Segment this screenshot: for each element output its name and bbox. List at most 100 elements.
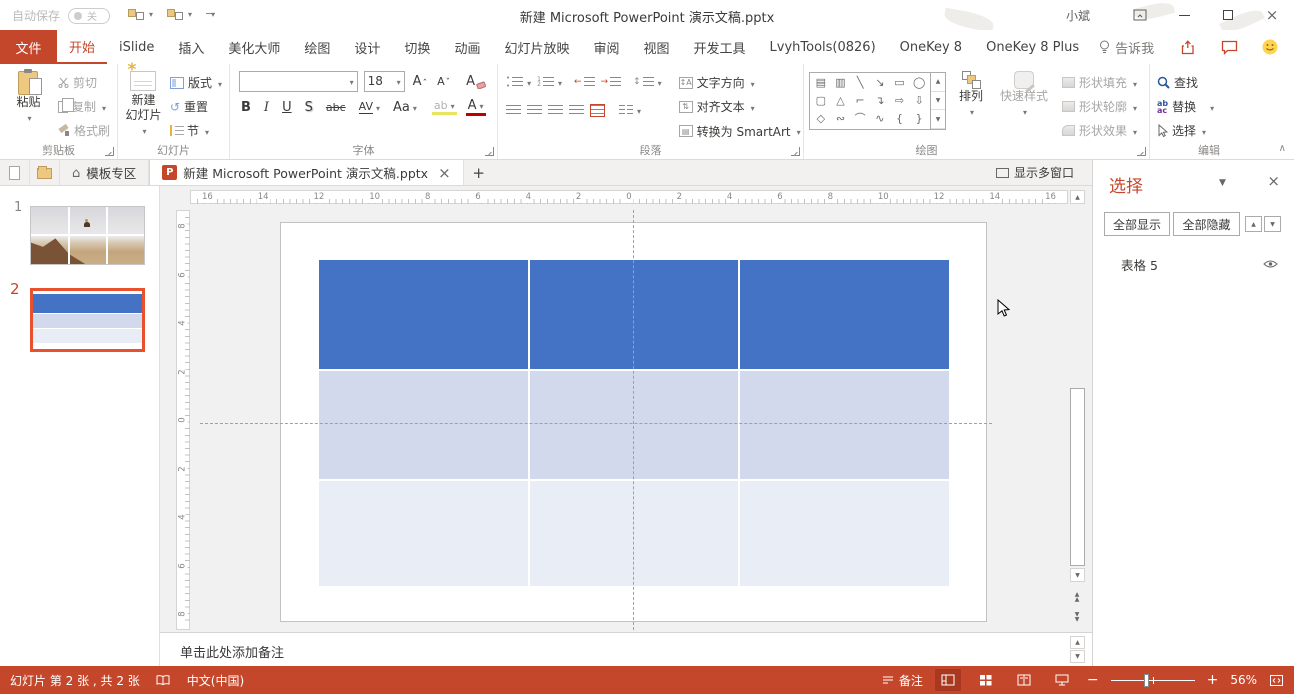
font-size-combo[interactable]: 18 xyxy=(364,71,405,92)
shape-icon[interactable]: ⇩ xyxy=(915,95,924,107)
visibility-eye-icon[interactable] xyxy=(1263,259,1278,269)
decrease-indent-button[interactable]: ← xyxy=(571,71,598,93)
align-center-button[interactable] xyxy=(524,99,545,121)
move-down-button[interactable]: ▼ xyxy=(1264,216,1281,232)
shrink-font-button[interactable]: A xyxy=(435,75,452,88)
comment-icon[interactable] xyxy=(1221,40,1238,55)
notes-placeholder[interactable]: 单击此处添加备注 xyxy=(180,642,284,661)
find-button[interactable]: 查找 xyxy=(1155,72,1216,93)
arrange-button[interactable]: 排列 xyxy=(950,68,992,142)
line-spacing-button[interactable]: ↕ xyxy=(630,71,665,93)
close-pane-button[interactable] xyxy=(1267,172,1280,190)
ribbon-tab[interactable]: 插入 xyxy=(166,30,216,64)
zoom-in-button[interactable]: + xyxy=(1207,674,1219,686)
slideshow-view-button[interactable] xyxy=(1049,669,1075,691)
share-icon[interactable] xyxy=(1181,40,1197,55)
notes-scroll-down[interactable]: ▼ xyxy=(1070,650,1085,663)
reset-button[interactable]: ↺重置 xyxy=(168,96,224,117)
selection-pane-item[interactable]: 表格 5 xyxy=(1093,252,1294,276)
table-cell[interactable] xyxy=(740,371,949,479)
move-up-button[interactable]: ▲ xyxy=(1245,216,1262,232)
shape-icon[interactable]: ▢ xyxy=(816,95,826,107)
cut-button[interactable]: 剪切 xyxy=(56,72,112,93)
align-text-button[interactable]: ⇅对齐文本 xyxy=(677,96,803,117)
zoom-out-button[interactable]: − xyxy=(1087,674,1099,686)
slide-1-thumbnail[interactable] xyxy=(30,206,145,265)
increase-indent-button[interactable]: → xyxy=(598,71,625,93)
vertical-guide[interactable] xyxy=(633,210,634,630)
slide-counter[interactable]: 幻灯片 第 2 张 , 共 2 张 xyxy=(10,672,140,689)
paragraph-dialog-launcher[interactable] xyxy=(791,147,800,156)
ribbon-tab[interactable]: 开始 xyxy=(57,30,107,64)
ribbon-display-options-button[interactable] xyxy=(1118,0,1162,30)
ribbon-tab[interactable]: 视图 xyxy=(631,30,681,64)
shape-effects-button[interactable]: 形状效果 xyxy=(1060,120,1139,141)
shape-icon[interactable]: ↴ xyxy=(875,95,884,107)
ribbon-tab[interactable]: 开发工具 xyxy=(682,30,758,64)
select-button[interactable]: 选择 xyxy=(1155,120,1216,141)
pane-options-button[interactable] xyxy=(1219,178,1226,188)
ribbon-tab[interactable]: OneKey 8 Plus xyxy=(974,30,1091,64)
fit-to-window-icon[interactable] xyxy=(1269,674,1284,687)
ribbon-tab[interactable]: 美化大师 xyxy=(216,30,292,64)
align-right-button[interactable] xyxy=(545,99,566,121)
new-slide-button[interactable]: 新建 幻灯片 xyxy=(123,68,164,142)
ribbon-tab[interactable]: 绘图 xyxy=(292,30,342,64)
user-name[interactable]: 小斌 xyxy=(1066,7,1090,24)
vertical-scrollbar-thumb[interactable] xyxy=(1070,388,1085,566)
ribbon-tab[interactable]: 动画 xyxy=(442,30,492,64)
tell-me-button[interactable]: 告诉我 xyxy=(1091,30,1162,64)
shape-icon[interactable]: ◇ xyxy=(817,113,825,125)
reading-view-button[interactable] xyxy=(1011,669,1037,691)
shape-icon[interactable]: ∾ xyxy=(836,113,845,125)
new-document-button[interactable] xyxy=(0,160,30,185)
notes-scroll-up[interactable]: ▲ xyxy=(1070,636,1085,649)
shape-icon[interactable]: } xyxy=(916,113,923,125)
quick-styles-button[interactable]: 快速样式 xyxy=(996,68,1052,142)
table-cell[interactable] xyxy=(740,481,949,586)
table-cell[interactable] xyxy=(319,260,528,369)
show-multiple-windows-button[interactable]: 显示多窗口 xyxy=(996,160,1092,185)
slide-2-thumbnail[interactable] xyxy=(30,288,145,352)
zoom-slider-thumb[interactable] xyxy=(1144,674,1149,687)
tab-file[interactable]: 文件 xyxy=(0,30,57,64)
shape-icon[interactable]: ⌒ xyxy=(855,113,866,125)
shape-icon[interactable]: ╲ xyxy=(857,77,864,89)
zoom-slider[interactable] xyxy=(1111,674,1195,687)
shape-icon[interactable]: ▥ xyxy=(835,77,845,89)
character-spacing-button[interactable]: AV xyxy=(357,100,382,114)
shape-icon[interactable]: ▤ xyxy=(816,77,826,89)
format-painter-button[interactable]: 格式刷 xyxy=(56,120,112,141)
ribbon-tab[interactable]: 审阅 xyxy=(581,30,631,64)
justify-button[interactable] xyxy=(566,99,587,121)
bold-button[interactable]: B xyxy=(239,100,253,115)
text-direction-button[interactable]: ↕A文字方向 xyxy=(677,72,803,93)
shape-icon[interactable]: { xyxy=(896,113,903,125)
change-case-button[interactable]: Aa xyxy=(391,100,419,115)
highlight-color-button[interactable]: ab xyxy=(432,99,457,115)
normal-view-button[interactable] xyxy=(935,669,961,691)
customize-qat-button[interactable] xyxy=(206,6,215,20)
replace-button[interactable]: abac替换 xyxy=(1155,96,1216,117)
tab-document[interactable]: P 新建 Microsoft PowerPoint 演示文稿.pptx xyxy=(149,160,463,185)
minimize-button[interactable] xyxy=(1162,0,1206,30)
language-indicator[interactable]: 中文(中国) xyxy=(187,672,244,689)
zoom-level[interactable]: 56% xyxy=(1230,673,1257,687)
clear-formatting-button[interactable]: A xyxy=(464,74,488,89)
convert-smartart-button[interactable]: ▤转换为 SmartArt xyxy=(677,121,803,142)
notes-area[interactable]: 单击此处添加备注 ▲ ▼ xyxy=(160,632,1092,666)
align-tool-button[interactable] xyxy=(128,6,153,20)
section-button[interactable]: 节 xyxy=(168,120,224,141)
shape-icon[interactable]: ◯ xyxy=(913,77,925,89)
scroll-up-button[interactable] xyxy=(1070,190,1085,204)
distribute-button[interactable] xyxy=(587,99,608,121)
table-cell[interactable] xyxy=(319,371,528,479)
smiley-icon[interactable] xyxy=(1262,39,1278,55)
numbering-button[interactable]: 12 xyxy=(534,71,565,93)
clipboard-dialog-launcher[interactable] xyxy=(105,147,114,156)
close-button[interactable] xyxy=(1250,0,1294,30)
layout-button[interactable]: 版式 xyxy=(168,72,224,93)
shape-icon[interactable]: ▭ xyxy=(894,77,904,89)
table-cell[interactable] xyxy=(319,481,528,586)
spell-check-icon[interactable] xyxy=(156,674,171,687)
